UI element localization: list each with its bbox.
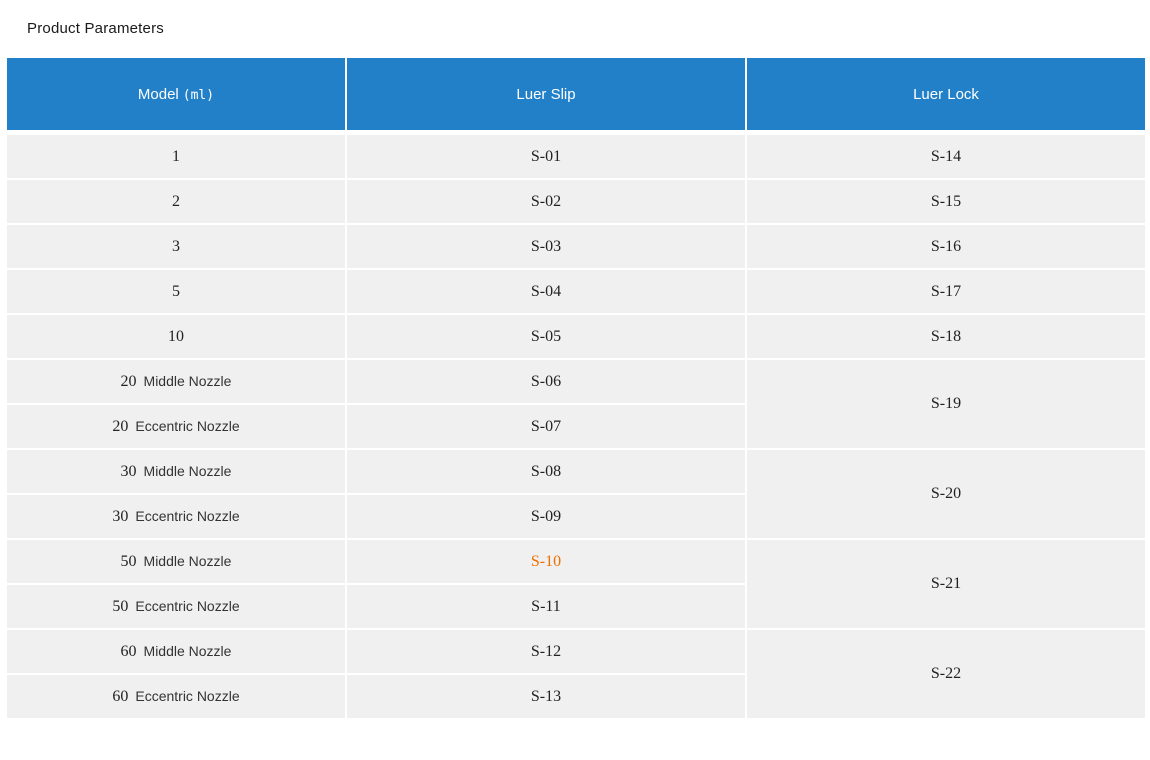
model-number: 1 <box>172 148 180 165</box>
model-cell: 50 Middle Nozzle <box>7 540 345 583</box>
luer-lock-cell: S-17 <box>747 270 1145 313</box>
luer-lock-cell-merged: S-21 <box>747 540 1145 628</box>
model-number: 5 <box>172 283 180 300</box>
table-row: 5 S-04 S-17 <box>7 270 1145 313</box>
luer-lock-code: S-18 <box>931 328 961 345</box>
table-row: 2 S-02 S-15 <box>7 180 1145 223</box>
model-label: Eccentric Nozzle <box>135 418 239 434</box>
luer-slip-code: S-06 <box>531 373 561 390</box>
model-cell: 1 <box>7 135 345 178</box>
luer-lock-code: S-20 <box>931 485 961 502</box>
luer-slip-code: S-12 <box>531 643 561 660</box>
model-number: 2 <box>172 193 180 210</box>
luer-lock-cell: S-14 <box>747 135 1145 178</box>
model-cell: 30 Eccentric Nozzle <box>7 495 345 538</box>
luer-slip-cell: S-10 <box>347 540 745 583</box>
table-row: 3 S-03 S-16 <box>7 225 1145 268</box>
model-cell: 30 Middle Nozzle <box>7 450 345 493</box>
luer-lock-code: S-15 <box>931 193 961 210</box>
model-number: 20 <box>121 373 137 390</box>
luer-slip-cell: S-08 <box>347 450 745 493</box>
luer-slip-cell: S-02 <box>347 180 745 223</box>
model-number: 3 <box>172 238 180 255</box>
luer-slip-code-highlighted: S-10 <box>531 553 561 570</box>
luer-slip-cell: S-05 <box>347 315 745 358</box>
luer-slip-code: S-03 <box>531 238 561 255</box>
luer-slip-code: S-07 <box>531 418 561 435</box>
product-parameters-table: Model (ml) Luer Slip Luer Lock 1 S-01 S-1… <box>5 56 1147 720</box>
model-number: 50 <box>121 553 137 570</box>
luer-lock-cell-merged: S-20 <box>747 450 1145 538</box>
luer-slip-code: S-04 <box>531 283 561 300</box>
luer-slip-cell: S-12 <box>347 630 745 673</box>
model-cell: 50 Eccentric Nozzle <box>7 585 345 628</box>
model-header-label: Model <box>138 86 179 103</box>
model-label: Middle Nozzle <box>144 463 232 479</box>
luer-slip-code: S-11 <box>531 598 561 615</box>
luer-lock-code: S-14 <box>931 148 961 165</box>
luer-slip-code: S-08 <box>531 463 561 480</box>
model-label: Middle Nozzle <box>144 553 232 569</box>
model-cell: 60 Eccentric Nozzle <box>7 675 345 718</box>
luer-lock-cell-merged: S-19 <box>747 360 1145 448</box>
model-cell: 2 <box>7 180 345 223</box>
column-header-model: Model (ml) <box>7 58 345 133</box>
luer-slip-code: S-02 <box>531 193 561 210</box>
model-number: 10 <box>168 328 184 345</box>
luer-slip-code: S-05 <box>531 328 561 345</box>
luer-lock-code: S-19 <box>931 395 961 412</box>
model-header-unit: (ml) <box>183 88 214 103</box>
model-number: 50 <box>112 598 128 615</box>
table-row: 30Middle Nozzle S-08 S-20 <box>7 450 1145 493</box>
luer-lock-code: S-16 <box>931 238 961 255</box>
luer-slip-cell: S-07 <box>347 405 745 448</box>
luer-lock-cell-merged: S-22 <box>747 630 1145 718</box>
luer-slip-code: S-01 <box>531 148 561 165</box>
model-label: Eccentric Nozzle <box>135 598 239 614</box>
model-number: 60 <box>112 688 128 705</box>
model-cell: 10 <box>7 315 345 358</box>
luer-slip-cell: S-04 <box>347 270 745 313</box>
model-number: 30 <box>121 463 137 480</box>
model-cell: 20 Eccentric Nozzle <box>7 405 345 448</box>
model-number: 30 <box>112 508 128 525</box>
table-row: 10 S-05 S-18 <box>7 315 1145 358</box>
page-title: Product Parameters <box>27 20 164 37</box>
luer-lock-cell: S-18 <box>747 315 1145 358</box>
table-row: 1 S-01 S-14 <box>7 135 1145 178</box>
table-row: 60Middle Nozzle S-12 S-22 <box>7 630 1145 673</box>
luer-slip-code: S-13 <box>531 688 561 705</box>
luer-slip-cell: S-01 <box>347 135 745 178</box>
luer-slip-cell: S-13 <box>347 675 745 718</box>
luer-slip-cell: S-06 <box>347 360 745 403</box>
header-row: Model (ml) Luer Slip Luer Lock <box>7 58 1145 133</box>
model-label: Middle Nozzle <box>144 643 232 659</box>
luer-slip-cell: S-03 <box>347 225 745 268</box>
model-label: Middle Nozzle <box>144 373 232 389</box>
luer-lock-code: S-17 <box>931 283 961 300</box>
luer-lock-code: S-22 <box>931 665 961 682</box>
luer-lock-cell: S-16 <box>747 225 1145 268</box>
luer-lock-cell: S-15 <box>747 180 1145 223</box>
luer-lock-code: S-21 <box>931 575 961 592</box>
model-cell: 3 <box>7 225 345 268</box>
model-label: Eccentric Nozzle <box>135 508 239 524</box>
column-header-luer-slip: Luer Slip <box>347 58 745 133</box>
table-row: 20Middle Nozzle S-06 S-19 <box>7 360 1145 403</box>
model-number: 60 <box>121 643 137 660</box>
column-header-luer-lock: Luer Lock <box>747 58 1145 133</box>
luer-slip-code: S-09 <box>531 508 561 525</box>
model-number: 20 <box>112 418 128 435</box>
table-row: 50Middle Nozzle S-10 S-21 <box>7 540 1145 583</box>
model-cell: 60 Middle Nozzle <box>7 630 345 673</box>
luer-slip-cell: S-09 <box>347 495 745 538</box>
model-label: Eccentric Nozzle <box>135 688 239 704</box>
model-cell: 20 Middle Nozzle <box>7 360 345 403</box>
luer-slip-cell: S-11 <box>347 585 745 628</box>
model-cell: 5 <box>7 270 345 313</box>
